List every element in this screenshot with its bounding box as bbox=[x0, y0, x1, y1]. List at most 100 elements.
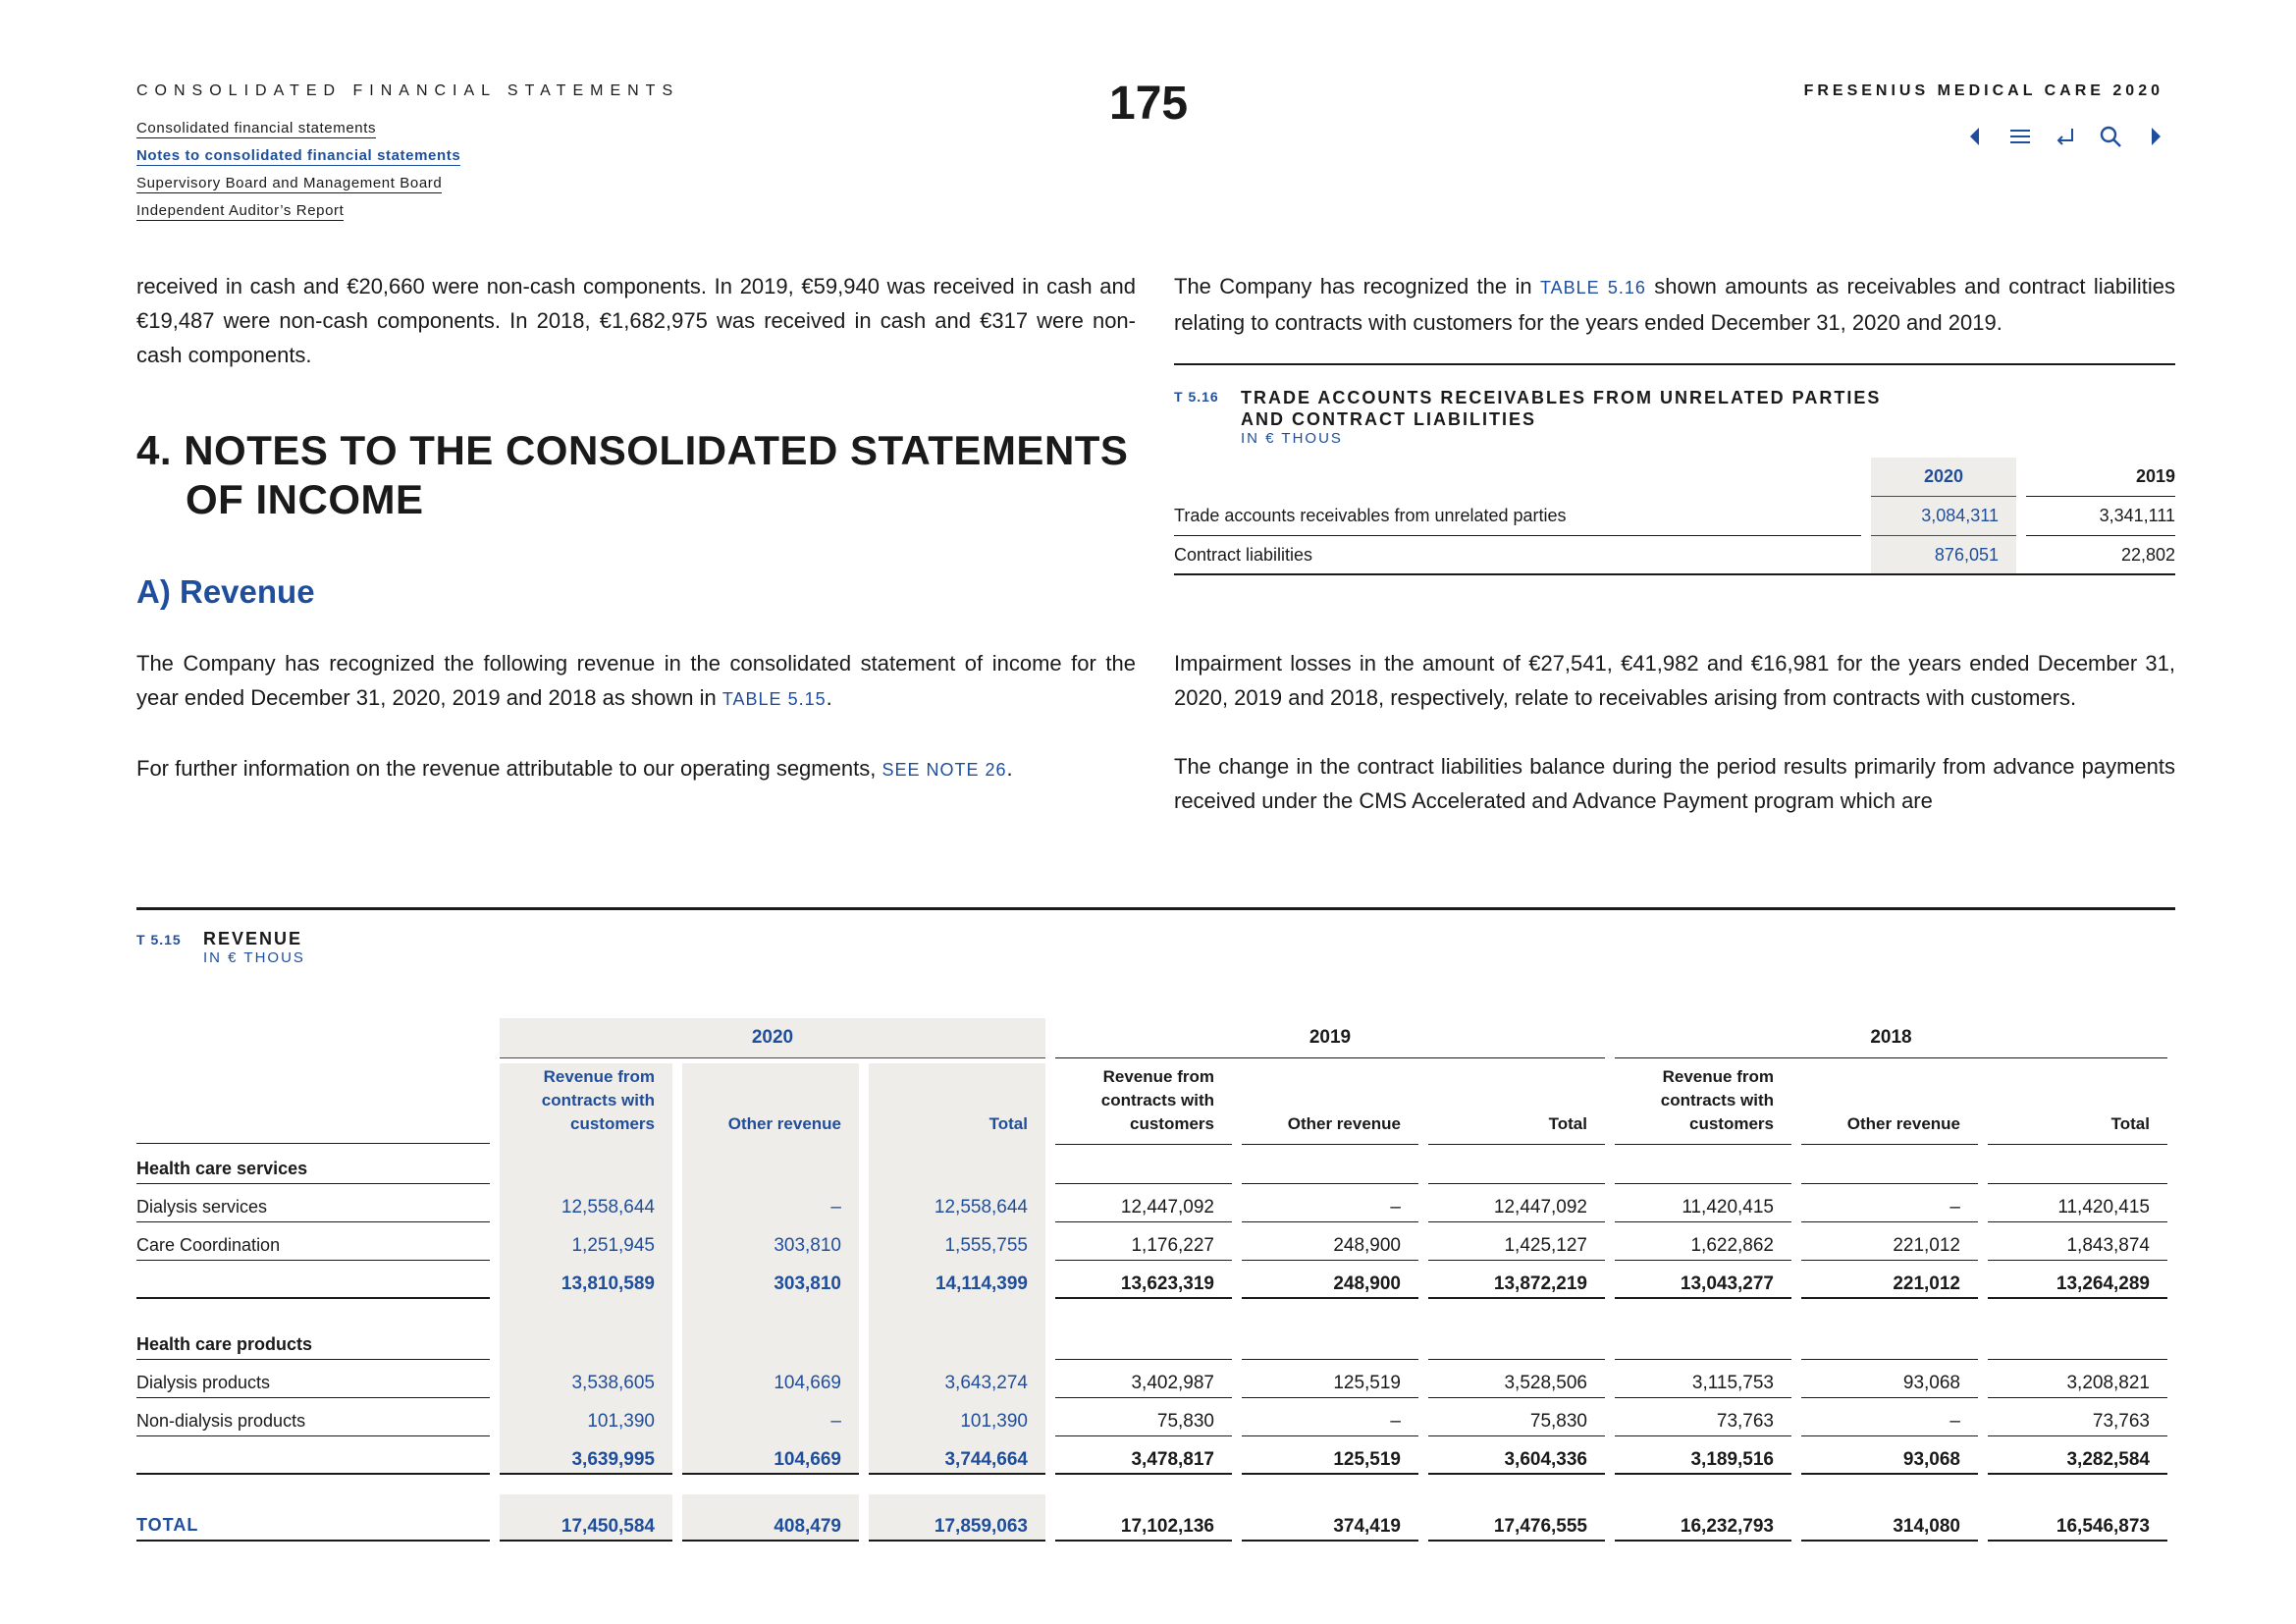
table-cell: 17,476,555 bbox=[1493, 1516, 1587, 1537]
table-cell: 1,425,127 bbox=[1504, 1235, 1587, 1256]
table-cell: 12,558,644 bbox=[561, 1197, 655, 1218]
table-cell bbox=[1428, 1299, 1587, 1360]
year-header-1: 2020 bbox=[500, 1018, 1045, 1058]
table-cell: 75,830 bbox=[1156, 1411, 1214, 1432]
table-cell bbox=[1615, 1146, 1774, 1184]
row-label: Dialysis products bbox=[136, 1360, 490, 1398]
subcol-header: Total bbox=[1548, 1114, 1587, 1133]
cell-rule bbox=[1801, 1473, 1978, 1475]
table-cell: 73,763 bbox=[1716, 1411, 1774, 1432]
table-cell: 3,744,664 bbox=[944, 1449, 1028, 1470]
cell-rule bbox=[500, 1540, 672, 1542]
table-cell: 12,558,644 bbox=[934, 1197, 1028, 1218]
cell-rule bbox=[500, 1473, 672, 1475]
nav-toolbar bbox=[1962, 124, 2168, 149]
table-cell: 73,763 bbox=[2092, 1411, 2150, 1432]
table-516-title-2: AND CONTRACT LIABILITIES bbox=[1241, 409, 1536, 429]
table-cell: 13,810,589 bbox=[561, 1273, 655, 1294]
row-label: Health care services bbox=[136, 1146, 490, 1184]
subcol-header: Total bbox=[2110, 1114, 2150, 1133]
table-515: T 5.15 REVENUE IN € THOUS 2020 2019 2018 Re… bbox=[136, 907, 2175, 1542]
table-cell bbox=[1055, 1299, 1214, 1360]
table-516-link[interactable]: TABLE 5.16 bbox=[1540, 278, 1646, 298]
table-cell: 221,012 bbox=[1893, 1235, 1960, 1256]
table-cell bbox=[682, 1299, 841, 1360]
next-page-icon[interactable] bbox=[2143, 124, 2168, 149]
table-515-link[interactable]: TABLE 5.15 bbox=[722, 689, 827, 709]
table-cell: 101,390 bbox=[960, 1411, 1028, 1432]
table-cell bbox=[1055, 1146, 1214, 1184]
table-cell: 3,282,584 bbox=[2066, 1449, 2150, 1470]
row-label: Care Coordination bbox=[136, 1222, 490, 1261]
subcol-header: Other revenue bbox=[1287, 1114, 1401, 1133]
table-cell: 1,251,945 bbox=[571, 1235, 655, 1256]
search-icon[interactable] bbox=[2098, 124, 2123, 149]
back-icon[interactable] bbox=[2053, 124, 2078, 149]
table-cell: 125,519 bbox=[1333, 1449, 1401, 1470]
table-cell: 16,232,793 bbox=[1680, 1516, 1774, 1537]
cell-rule bbox=[1801, 1540, 1978, 1542]
table-cell bbox=[1801, 1299, 1960, 1360]
table-516-title-1: TRADE ACCOUNTS RECEIVABLES FROM UNRELATE… bbox=[1241, 388, 1882, 407]
cell-rule bbox=[869, 1540, 1045, 1542]
col-2020: 2020 bbox=[1871, 458, 2016, 497]
table-cell: 17,102,136 bbox=[1120, 1516, 1214, 1537]
menu-icon[interactable] bbox=[2007, 124, 2033, 149]
table-cell: 3,189,516 bbox=[1690, 1449, 1774, 1470]
table-cell: 3,115,753 bbox=[1691, 1373, 1774, 1393]
table-cell bbox=[1988, 1299, 2150, 1360]
table-cell bbox=[1428, 1146, 1587, 1184]
breadcrumb-nav: Consolidated financial statements Notes … bbox=[136, 120, 461, 230]
table-515-title: REVENUE bbox=[203, 929, 303, 948]
col-2019: 2019 bbox=[2026, 458, 2175, 497]
note-26-link[interactable]: SEE NOTE 26 bbox=[881, 760, 1006, 780]
table-cell: 303,810 bbox=[774, 1235, 841, 1256]
row-label bbox=[136, 1261, 490, 1299]
divider bbox=[136, 1143, 490, 1144]
table-cell bbox=[1988, 1146, 2150, 1184]
table-cell: 314,080 bbox=[1893, 1516, 1960, 1537]
table-cell: 3,538,605 bbox=[571, 1373, 655, 1393]
table-cell: 1,843,874 bbox=[2066, 1235, 2150, 1256]
intro-paragraph: received in cash and €20,660 were non-ca… bbox=[136, 274, 1136, 367]
table-cell: 11,420,415 bbox=[2057, 1197, 2150, 1218]
cell-rule bbox=[869, 1473, 1045, 1475]
table-516-grid: 2020 2019 Trade accounts receivables fro… bbox=[1174, 458, 2175, 575]
table-cell: 248,900 bbox=[1333, 1273, 1401, 1294]
company-title: FRESENIUS MEDICAL CARE 2020 bbox=[1803, 82, 2163, 99]
year-header-2: 2019 bbox=[1055, 1018, 1605, 1058]
prev-page-icon[interactable] bbox=[1962, 124, 1988, 149]
table-cell: – bbox=[1390, 1197, 1401, 1218]
table-cell: 248,900 bbox=[1333, 1235, 1401, 1256]
cell-rule bbox=[1428, 1540, 1605, 1542]
subcol-header: Total bbox=[988, 1114, 1028, 1133]
table-cell: – bbox=[1949, 1197, 1960, 1218]
cell-rule bbox=[1242, 1473, 1418, 1475]
revenue-paragraph-2: For further information on the revenue a… bbox=[136, 756, 1013, 781]
table-cell: 3,528,506 bbox=[1504, 1373, 1587, 1393]
table-cell: 408,479 bbox=[774, 1516, 841, 1537]
table-cell: 93,068 bbox=[1902, 1449, 1960, 1470]
table-cell: 3,643,274 bbox=[944, 1373, 1028, 1393]
table-cell: 3,208,821 bbox=[2066, 1373, 2150, 1393]
table-cell: 75,830 bbox=[1529, 1411, 1587, 1432]
nav-link-board[interactable]: Supervisory Board and Management Board bbox=[136, 175, 460, 193]
nav-link-notes[interactable]: Notes to consolidated financial statemen… bbox=[136, 147, 461, 166]
table-cell: 13,264,289 bbox=[2056, 1273, 2150, 1294]
nav-link-auditor[interactable]: Independent Auditor’s Report bbox=[136, 202, 460, 221]
table-cell: – bbox=[830, 1197, 841, 1218]
table-cell bbox=[682, 1146, 841, 1184]
table-515-grid: 2020 2019 2018 Revenue from contracts with … bbox=[136, 1018, 2175, 1542]
table-cell: 104,669 bbox=[774, 1449, 841, 1470]
cell-rule bbox=[1988, 1473, 2167, 1475]
table-516-label: T 5.16 bbox=[1174, 389, 1219, 405]
table-cell: 16,546,873 bbox=[2056, 1516, 2150, 1537]
table-cell: 13,623,319 bbox=[1120, 1273, 1214, 1294]
subcol-header: Revenue from contracts with customers bbox=[1100, 1067, 1214, 1133]
nav-link-consolidated[interactable]: Consolidated financial statements bbox=[136, 120, 460, 138]
table-cell: 17,859,063 bbox=[934, 1516, 1028, 1537]
table-cell: 3,478,817 bbox=[1131, 1449, 1214, 1470]
cell-rule bbox=[1615, 1540, 1791, 1542]
cell-rule bbox=[1242, 1540, 1418, 1542]
subheading-revenue: A) Revenue bbox=[136, 573, 315, 610]
